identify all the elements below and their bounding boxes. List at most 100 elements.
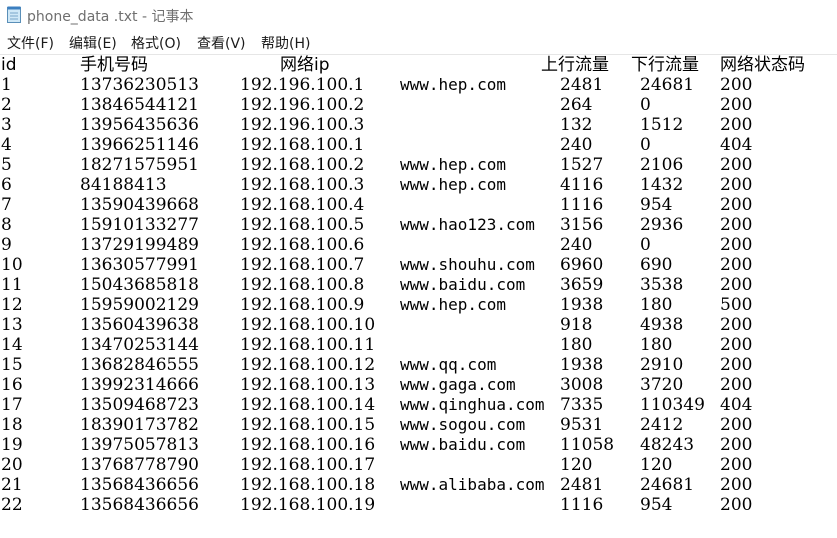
row-upflow: 240	[560, 135, 593, 155]
row-status: 200	[720, 235, 753, 255]
row-upflow: 1116	[560, 195, 604, 215]
row-domain: www.qinghua.com	[400, 395, 545, 414]
row-domain: www.baidu.com	[400, 435, 526, 454]
row-downflow: 954	[640, 495, 673, 515]
row-domain: www.hep.com	[400, 295, 506, 314]
row-phone: 13768778790	[80, 455, 199, 475]
row-ip: 192.168.100.11	[240, 335, 376, 355]
row-ip: 192.196.100.1	[240, 75, 365, 95]
row-id: 4	[1, 135, 12, 155]
row-phone: 15959002129	[80, 295, 199, 315]
row-status: 200	[720, 255, 753, 275]
row-id: 2	[1, 95, 12, 115]
row-upflow: 180	[560, 335, 593, 355]
row-status: 200	[720, 435, 753, 455]
row-id: 17	[1, 395, 23, 415]
row-ip: 192.168.100.1	[240, 135, 365, 155]
row-phone: 13975057813	[80, 435, 199, 455]
row-domain: www.gaga.com	[400, 375, 516, 394]
row-phone: 13682846555	[80, 355, 199, 375]
row-phone: 15043685818	[80, 275, 199, 295]
row-id: 7	[1, 195, 12, 215]
row-status: 200	[720, 455, 753, 475]
row-id: 22	[1, 495, 23, 515]
row-upflow: 7335	[560, 395, 604, 415]
row-domain: www.hao123.com	[400, 215, 535, 234]
row-downflow: 1432	[640, 175, 684, 195]
row-ip: 192.168.100.12	[240, 355, 376, 375]
row-status: 404	[720, 135, 753, 155]
header-id: id	[1, 55, 17, 75]
row-id: 18	[1, 415, 23, 435]
row-id: 21	[1, 475, 23, 495]
row-id: 16	[1, 375, 23, 395]
text-editor-area[interactable]: id 手机号码 网络ip 上行流量 下行流量 网络状态码 1 1373623051…	[0, 54, 837, 538]
row-ip: 192.168.100.14	[240, 395, 376, 415]
row-upflow: 4116	[560, 175, 604, 195]
row-domain: www.baidu.com	[400, 275, 526, 294]
row-domain: www.shouhu.com	[400, 255, 535, 274]
row-status: 404	[720, 395, 753, 415]
row-downflow: 0	[640, 235, 651, 255]
row-ip: 192.168.100.4	[240, 195, 365, 215]
row-status: 200	[720, 495, 753, 515]
row-phone: 13956435636	[80, 115, 199, 135]
row-downflow: 180	[640, 295, 673, 315]
row-ip: 192.168.100.18	[240, 475, 376, 495]
row-downflow: 2106	[640, 155, 684, 175]
menu-edit[interactable]: 编辑(E)	[69, 33, 117, 53]
row-ip: 192.196.100.2	[240, 95, 365, 115]
row-ip: 192.168.100.13	[240, 375, 376, 395]
row-phone: 13590439668	[80, 195, 199, 215]
row-upflow: 1527	[560, 155, 604, 175]
row-id: 5	[1, 155, 12, 175]
row-phone: 15910133277	[80, 215, 199, 235]
row-id: 14	[1, 335, 23, 355]
row-phone: 13509468723	[80, 395, 199, 415]
row-status: 200	[720, 175, 753, 195]
row-id: 3	[1, 115, 12, 135]
row-id: 10	[1, 255, 23, 275]
row-downflow: 690	[640, 255, 673, 275]
menu-file[interactable]: 文件(F)	[7, 33, 54, 53]
row-phone: 13568436656	[80, 495, 199, 515]
row-id: 12	[1, 295, 23, 315]
row-phone: 18390173782	[80, 415, 199, 435]
menu-format[interactable]: 格式(O)	[131, 33, 181, 53]
header-status: 网络状态码	[720, 55, 805, 75]
header-downflow: 下行流量	[631, 55, 699, 75]
row-upflow: 3156	[560, 215, 604, 235]
row-domain: www.hep.com	[400, 75, 506, 94]
row-status: 200	[720, 155, 753, 175]
row-status: 200	[720, 215, 753, 235]
row-id: 13	[1, 315, 23, 335]
row-ip: 192.196.100.3	[240, 115, 365, 135]
row-domain: www.qq.com	[400, 355, 497, 374]
row-status: 200	[720, 375, 753, 395]
row-phone: 13736230513	[80, 75, 199, 95]
row-phone: 13846544121	[80, 95, 199, 115]
row-ip: 192.168.100.10	[240, 315, 376, 335]
row-id: 15	[1, 355, 23, 375]
title-bar[interactable]: phone_data .txt - 记事本	[0, 0, 837, 30]
row-upflow: 132	[560, 115, 593, 135]
row-ip: 192.168.100.19	[240, 495, 376, 515]
row-downflow: 1512	[640, 115, 684, 135]
menu-bar: 文件(F) 编辑(E) 格式(O) 查看(V) 帮助(H)	[0, 30, 837, 54]
row-domain: www.sogou.com	[400, 415, 526, 434]
row-status: 200	[720, 475, 753, 495]
row-downflow: 0	[640, 95, 651, 115]
row-domain: www.hep.com	[400, 155, 506, 174]
row-downflow: 2910	[640, 355, 684, 375]
menu-view[interactable]: 查看(V)	[197, 33, 246, 53]
row-downflow: 2936	[640, 215, 684, 235]
row-ip: 192.168.100.5	[240, 215, 365, 235]
row-status: 200	[720, 335, 753, 355]
row-upflow: 9531	[560, 415, 604, 435]
menu-help[interactable]: 帮助(H)	[261, 33, 310, 53]
window-title: phone_data .txt - 记事本	[27, 9, 194, 25]
row-upflow: 6960	[560, 255, 604, 275]
row-ip: 192.168.100.3	[240, 175, 365, 195]
row-status: 200	[720, 75, 753, 95]
row-upflow: 1116	[560, 495, 604, 515]
